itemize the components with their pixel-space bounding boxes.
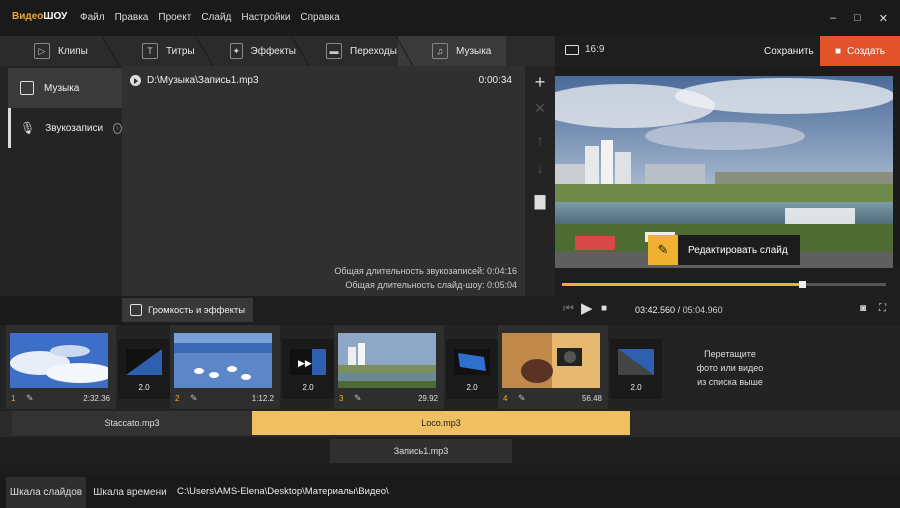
slide-card[interactable]: 4 ✎ 56.48 <box>498 325 608 409</box>
voice-track: Запись1.mp3 <box>0 437 900 465</box>
menu-file[interactable]: Файл <box>80 12 105 23</box>
volume-icon <box>130 304 142 316</box>
progress-area <box>555 268 900 296</box>
music-clip[interactable]: Staccato.mp3 <box>12 411 252 435</box>
slide-thumbnail <box>338 333 436 388</box>
title-bar: ВидеоШОУ Файл Правка Проект Слайд Настро… <box>0 0 900 36</box>
progress-handle[interactable] <box>798 281 806 288</box>
preview-header: 16:9 Сохранить ■ Создать <box>555 36 900 66</box>
arrow-up-icon[interactable]: ↑ <box>525 132 555 148</box>
total-recordings: Общая длительность звукозаписей: 0:04:16 <box>334 266 517 276</box>
fullscreen-icon[interactable]: ⛶ <box>879 303 886 314</box>
tab-transitions[interactable]: ▬ Переходы <box>292 36 400 66</box>
voice-clip[interactable]: Запись1.mp3 <box>330 439 512 463</box>
slide-card[interactable]: 3 ✎ 29.92 <box>334 325 444 409</box>
effects-bar: Громкость и эффекты <box>122 296 555 324</box>
transition-card[interactable]: 2.0 <box>610 339 662 399</box>
tab-titles[interactable]: T Титры <box>108 36 206 66</box>
menu-settings[interactable]: Настройки <box>241 12 290 23</box>
maximize-icon[interactable]: □ <box>854 12 861 25</box>
pencil-icon[interactable]: ✎ <box>26 393 34 404</box>
menu-edit[interactable]: Правка <box>115 12 149 23</box>
recordings-list: D:\Музыка\Запись1.mp3 0:00:34 Общая длит… <box>122 66 525 296</box>
chevron-right-icon: › <box>113 122 122 134</box>
play-icon[interactable]: ▶ <box>581 299 593 317</box>
list-tools: + ✕ ↑ ↓ ▇ <box>525 66 555 296</box>
transition-card[interactable]: ▶▶ 2.0 <box>282 339 334 399</box>
title-icon: T <box>142 43 158 59</box>
tab-music[interactable]: ♫ Музыка <box>398 36 506 66</box>
add-icon[interactable]: + <box>525 72 555 93</box>
transition-thumbnail: ▶▶ <box>290 349 326 375</box>
pencil-icon[interactable]: ✎ <box>518 393 526 404</box>
drop-hint: Перетащите фото или видео из списка выше <box>696 349 764 387</box>
music-sidebar: Музыка 🎙 Звукозаписи › <box>0 66 122 296</box>
total-slideshow: Общая длительность слайд-шоу: 0:05:04 <box>345 280 517 290</box>
create-button[interactable]: ■ Создать <box>820 36 900 66</box>
transition-card[interactable]: 2.0 <box>118 339 170 399</box>
empty-track <box>0 465 900 475</box>
monitor-icon <box>565 44 579 55</box>
menu-slide[interactable]: Слайд <box>201 12 231 23</box>
tab-clips[interactable]: ▷ Клипы <box>0 36 108 66</box>
transition-card[interactable]: 2.0 <box>446 339 498 399</box>
effects-icon: ✦ <box>230 43 243 59</box>
edit-slide-button[interactable]: ✎ Редактировать слайд <box>648 235 800 265</box>
status-bar: Шкала слайдов Шкала времени C:\Users\AMS… <box>0 477 900 508</box>
arrow-down-icon[interactable]: ↓ <box>525 160 555 176</box>
window-controls: – □ ✕ <box>830 12 888 25</box>
pencil-icon[interactable]: ✎ <box>190 393 198 404</box>
remove-icon[interactable]: ✕ <box>525 100 555 117</box>
slide-card[interactable]: 1 ✎ 2:32.36 <box>6 325 116 409</box>
transition-icon: ▬ <box>326 43 342 59</box>
music-library-icon <box>20 81 34 95</box>
tab-slide-scale[interactable]: Шкала слайдов <box>6 477 86 508</box>
aspect-ratio-selector[interactable]: 16:9 <box>565 44 604 55</box>
progress-fill <box>562 283 802 286</box>
trash-icon[interactable]: ▇ <box>525 193 555 210</box>
folder-path: C:\Users\AMS-Elena\Desktop\Материалы\Вид… <box>177 486 389 497</box>
transition-thumbnail <box>618 349 654 375</box>
slide-card[interactable]: 2 ✎ 1:12.2 <box>170 325 280 409</box>
slide-timeline: 1 ✎ 2:32.36 2.0 2 ✎ 1:12.2 ▶▶ 2.0 3 ✎ 29… <box>0 325 900 411</box>
camera-icon: ■ <box>834 45 842 57</box>
app-logo: ВидеоШОУ <box>12 11 68 22</box>
rewind-icon[interactable]: ⏮ <box>563 301 574 316</box>
sidebar-item-recordings[interactable]: 🎙 Звукозаписи › <box>8 108 122 148</box>
transition-thumbnail <box>454 349 490 375</box>
music-track: Staccato.mp3 Loco.mp3 <box>0 411 900 437</box>
playback-progress[interactable] <box>562 283 886 286</box>
menu-bar: Файл Правка Проект Слайд Настройки Справ… <box>80 12 340 23</box>
clip-icon: ▷ <box>34 43 50 59</box>
slide-thumbnail <box>502 333 600 388</box>
volume-effects-button[interactable]: Громкость и эффекты <box>122 298 254 322</box>
music-icon: ♫ <box>432 43 448 59</box>
time-readout: 03:42.560 / 05:04.960 <box>635 305 723 315</box>
stop-icon[interactable]: ■ <box>601 303 607 314</box>
play-icon[interactable] <box>130 75 141 86</box>
minimize-icon[interactable]: – <box>830 12 836 25</box>
menu-help[interactable]: Справка <box>300 12 339 23</box>
transition-thumbnail <box>126 349 162 375</box>
list-item[interactable]: D:\Музыка\Запись1.mp3 0:00:34 <box>130 75 512 86</box>
save-button[interactable]: Сохранить <box>764 46 814 57</box>
tab-time-scale[interactable]: Шкала времени <box>88 477 172 508</box>
tab-bar: ▷ Клипы T Титры ✦ Эффекты ▬ Переходы ♫ Музыка <box>0 36 555 66</box>
svg-text:▶▶: ▶▶ <box>298 358 312 368</box>
music-clip-selected[interactable]: Loco.mp3 <box>252 411 630 435</box>
snapshot-icon[interactable]: ◙ <box>860 303 866 314</box>
close-icon[interactable]: ✕ <box>879 12 888 25</box>
pencil-icon[interactable]: ✎ <box>354 393 362 404</box>
pencil-icon: ✎ <box>648 235 678 265</box>
sidebar-item-music[interactable]: Музыка <box>8 68 122 108</box>
player-controls: ⏮ ▶ ■ 03:42.560 / 05:04.960 ◙ ⛶ <box>555 296 900 324</box>
slide-thumbnail <box>174 333 272 388</box>
slide-thumbnail <box>10 333 108 388</box>
microphone-icon: 🎙 <box>20 121 36 135</box>
menu-project[interactable]: Проект <box>158 12 191 23</box>
